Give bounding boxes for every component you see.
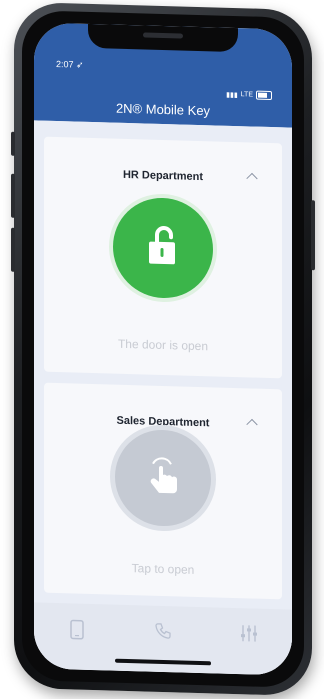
location-icon: ➶ [76,59,84,70]
bottom-nav [34,602,292,676]
power-button [311,200,315,271]
settings-sliders-icon [241,625,257,642]
status-time-text: 2:07 [56,59,74,70]
open-door-button[interactable] [113,196,213,300]
speaker [143,32,183,39]
tap-to-open-button[interactable] [115,428,211,528]
phone-bezel: 2:07 ➶ ▮▮▮ LTE 2N® Mobile Key HR Departm… [22,10,304,688]
door-card-hr: HR Department The door is open [44,136,282,379]
app-title: 2N® Mobile Key [115,100,211,119]
volume-down-button [11,227,15,272]
nav-item-call[interactable] [123,621,203,645]
notch [88,23,238,53]
door-status: Tap to open [131,561,195,577]
door-title: Sales Department [116,414,210,430]
screen: 2:07 ➶ ▮▮▮ LTE 2N® Mobile Key HR Departm… [34,22,292,676]
volume-up-button [11,173,15,218]
content-area: HR Department The door is open Sales Dep… [34,120,292,676]
battery-icon [256,90,272,101]
mute-switch [11,131,15,156]
call-icon [155,623,171,639]
signal-icon: ▮▮▮ [226,91,238,99]
status-indicators: ▮▮▮ LTE [226,90,272,101]
status-time: 2:07 ➶ [56,59,84,71]
phone-frame: 2:07 ➶ ▮▮▮ LTE 2N® Mobile Key HR Departm… [11,1,315,697]
network-label: LTE [240,91,253,99]
home-indicator[interactable] [115,658,211,666]
door-status: The door is open [117,336,209,354]
tap-hand-icon [150,457,177,494]
nav-item-phone[interactable] [37,618,117,644]
unlocked-padlock-icon [149,226,175,265]
nav-item-settings[interactable] [209,623,289,647]
phone-icon [70,619,84,640]
door-card-sales: Sales Department Tap to open [44,382,282,600]
door-title: HR Department [122,168,204,184]
